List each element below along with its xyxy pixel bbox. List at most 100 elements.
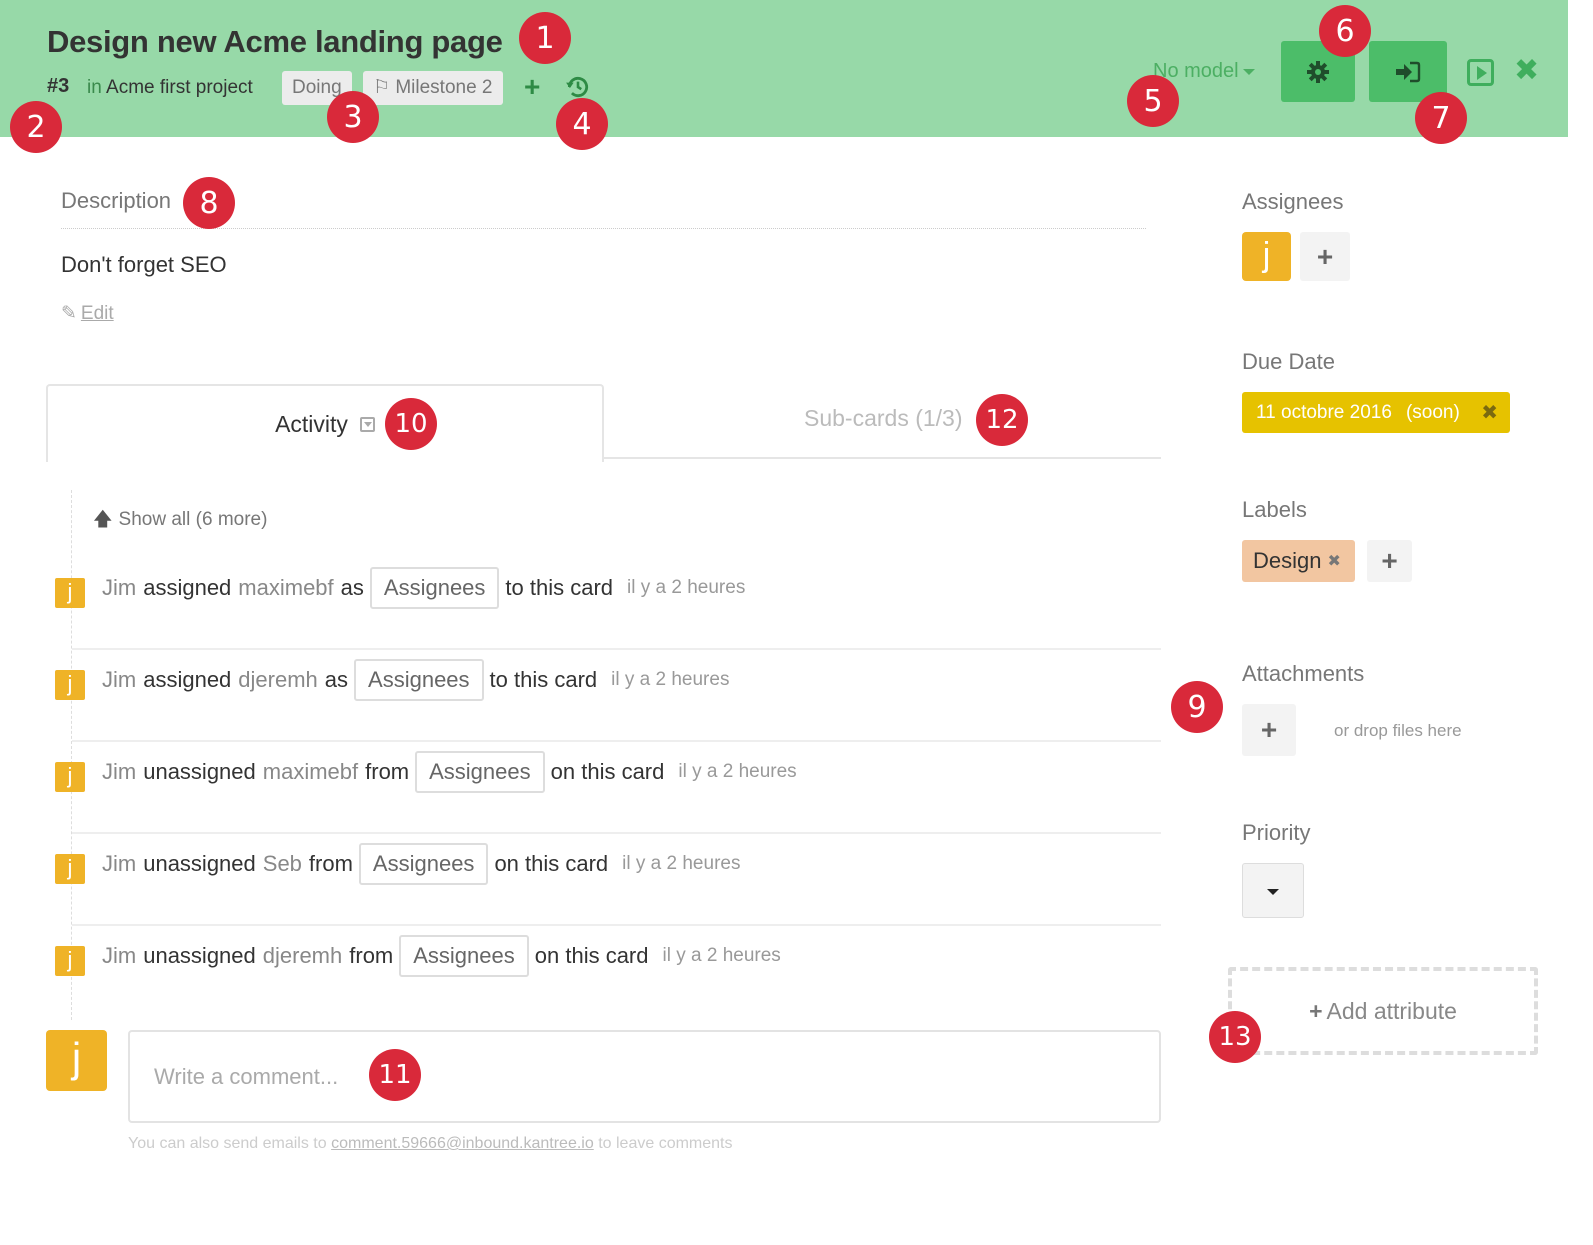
attribute-chip: Assignees (415, 751, 545, 793)
priority-dropdown[interactable] (1242, 863, 1304, 918)
annotation-badge: 9 (1171, 681, 1223, 733)
activity-tail: on this card (550, 759, 665, 784)
close-icon[interactable]: ✖ (1327, 551, 1340, 571)
pencil-icon: ✎ (61, 303, 77, 324)
activity-actor: Jim (102, 575, 137, 600)
activity-prep: from (349, 943, 394, 968)
show-all-button[interactable]: 🡅 Show all (6 more) (93, 505, 267, 537)
activity-tail: on this card (494, 851, 609, 876)
description-label: Description (61, 188, 172, 213)
avatar[interactable]: j (1242, 232, 1291, 281)
activity-prep: as (340, 575, 364, 600)
activity-item: j Jim assigned maximebf as Assignees to … (55, 558, 1161, 650)
filter-icon[interactable] (359, 416, 375, 432)
tab-activity[interactable]: Activity (46, 384, 604, 462)
activity-verb: unassigned (143, 851, 256, 876)
attribute-chip: Assignees (354, 659, 484, 701)
edit-label: Edit (80, 303, 114, 324)
activity-target: maximebf (238, 575, 334, 600)
add-assignee-button[interactable]: + (1300, 232, 1350, 281)
labels-label: Labels (1242, 497, 1307, 522)
activity-verb: assigned (143, 575, 232, 600)
edit-description-link[interactable]: ✎ Edit (61, 302, 114, 325)
sign-in-icon (1396, 61, 1421, 82)
attachments-label: Attachments (1242, 661, 1365, 686)
history-icon[interactable] (565, 74, 591, 100)
milestone-label: Milestone 2 (395, 77, 493, 98)
avatar[interactable]: j (55, 578, 85, 608)
activity-target: maximebf (262, 759, 359, 784)
activity-prep: from (365, 759, 410, 784)
plus-icon[interactable]: + (524, 72, 540, 102)
annotation-badge: 3 (327, 91, 379, 143)
project-prefix: in (87, 77, 102, 98)
activity-tail: to this card (505, 575, 614, 600)
avatar[interactable]: j (55, 854, 85, 884)
description-divider (61, 228, 1146, 229)
activity-item: j Jim unassigned maximebf from Assignees… (55, 742, 1161, 834)
plus-icon: + (1309, 997, 1323, 1024)
card-number: #3 (47, 75, 70, 97)
project-link[interactable]: Acme first project (106, 77, 253, 98)
activity-time: il y a 2 heures (662, 945, 781, 966)
attribute-chip: Assignees (399, 935, 529, 977)
activity-time: il y a 2 heures (622, 853, 741, 874)
annotation-badge: 6 (1319, 5, 1371, 57)
caret-down-icon (1242, 68, 1255, 75)
due-date-label: Due Date (1242, 349, 1335, 374)
activity-item: j Jim assigned djeremh as Assignees to t… (55, 650, 1161, 742)
card-title[interactable]: Design new Acme landing page (47, 24, 503, 60)
comment-input[interactable] (128, 1030, 1161, 1123)
comment-email-link[interactable]: comment.59666@inbound.kantree.io (331, 1135, 594, 1152)
annotation-badge: 7 (1415, 92, 1467, 144)
annotation-badge: 4 (556, 98, 608, 150)
show-all-label: Show all (6 more) (118, 509, 268, 530)
activity-actor: Jim (102, 943, 137, 968)
priority-label: Priority (1242, 820, 1311, 845)
close-icon[interactable]: ✖ (1514, 56, 1539, 86)
activity-target: djeremh (262, 943, 343, 968)
activity-actor: Jim (102, 759, 137, 784)
activity-verb: unassigned (143, 759, 256, 784)
attribute-chip: Assignees (358, 843, 489, 885)
activity-verb: unassigned (143, 943, 256, 968)
arrow-up-icon: 🡅 (93, 509, 113, 530)
annotation-badge: 12 (976, 394, 1028, 446)
description-text: Don't forget SEO (61, 252, 227, 277)
milestone-tag[interactable]: ⚐ Milestone 2 (363, 71, 503, 105)
annotation-badge: 5 (1127, 75, 1179, 127)
annotation-badge: 2 (10, 101, 62, 153)
activity-tail: to this card (489, 667, 598, 692)
annotation-badge: 13 (1209, 1011, 1261, 1063)
attribute-chip: Assignees (369, 567, 500, 609)
annotation-badge: 1 (519, 12, 571, 64)
activity-verb: assigned (143, 667, 232, 692)
play-square-icon[interactable] (1467, 59, 1494, 86)
add-attribute-button[interactable]: + Add attribute (1228, 967, 1538, 1055)
avatar[interactable]: j (55, 670, 85, 700)
activity-time: il y a 2 heures (627, 577, 746, 598)
tab-activity-label: Activity (275, 410, 348, 437)
tab-subcards[interactable]: Sub-cards (1/3) (804, 405, 963, 432)
due-date-value: 11 octobre 2016 (1256, 401, 1392, 423)
close-icon[interactable]: ✖ (1481, 400, 1498, 425)
hint-suffix: to leave comments (598, 1135, 733, 1152)
activity-item: j Jim unassigned Seb from Assignees on t… (55, 834, 1161, 926)
activity-actor: Jim (102, 667, 137, 692)
activity-time: il y a 2 heures (611, 669, 730, 690)
label-chip-design[interactable]: Design ✖ (1242, 540, 1355, 582)
tabs-divider (603, 457, 1161, 459)
avatar[interactable]: j (55, 946, 85, 976)
add-label-button[interactable]: + (1367, 540, 1412, 582)
annotation-badge: 8 (183, 177, 235, 229)
label-text: Design (1253, 548, 1322, 573)
drop-files-hint: or drop files here (1334, 721, 1462, 740)
activity-item: j Jim unassigned djeremh from Assignees … (55, 926, 1161, 1018)
avatar[interactable]: j (55, 762, 85, 792)
comment-email-hint: You can also send emails to comment.5966… (128, 1135, 732, 1153)
add-attachment-button[interactable]: + (1242, 704, 1296, 756)
hint-prefix: You can also send emails to (128, 1135, 327, 1152)
due-date-chip[interactable]: 11 octobre 2016 (soon) ✖ (1242, 392, 1510, 433)
annotation-badge: 11 (369, 1049, 421, 1101)
activity-tail: on this card (534, 943, 649, 968)
